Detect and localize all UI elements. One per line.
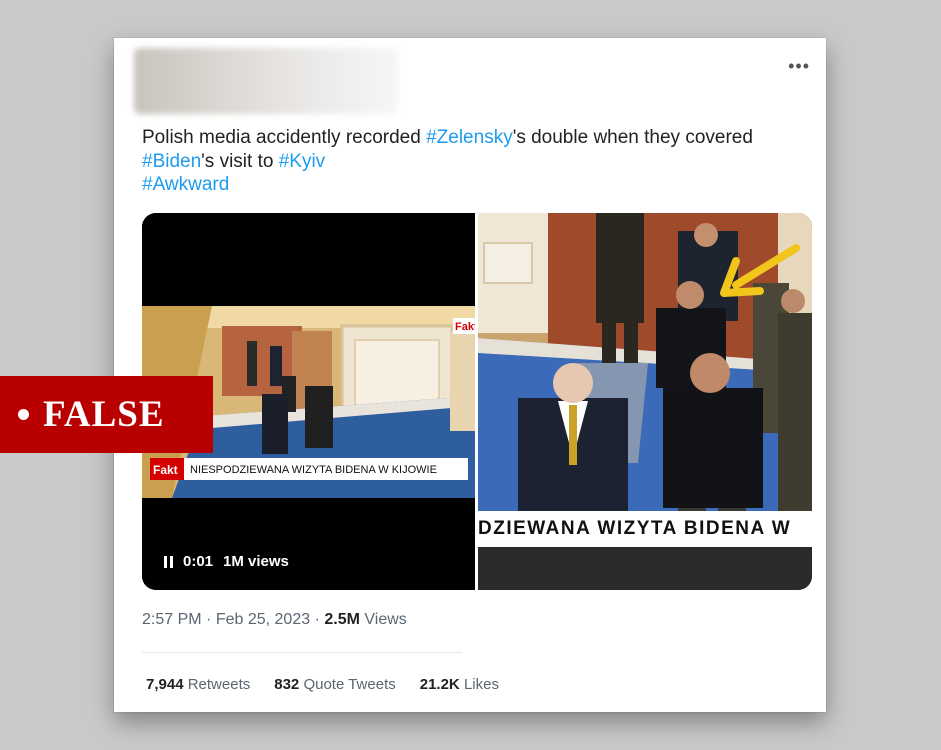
views-label: Views — [364, 611, 407, 628]
video-controls: 0:01 1M views — [164, 553, 289, 570]
likes-stat[interactable]: 21.2K Likes — [420, 676, 499, 693]
retweets-stat[interactable]: 7,944 Retweets — [146, 676, 250, 693]
tweet-date[interactable]: Feb 25, 2023 — [216, 611, 310, 628]
video-caption: NIESPODZIEWANA WIZYTA BIDENA W KIJOWIE — [190, 464, 437, 476]
stats-divider — [142, 652, 462, 653]
hashtag-awkward[interactable]: #Awkward — [142, 174, 229, 195]
retweets-label: Retweets — [187, 676, 251, 693]
views-count: 2.5M — [324, 611, 360, 628]
news-ticker-text: DZIEWANA WIZYTA BIDENA W — [478, 511, 812, 547]
likes-label: Likes — [463, 676, 499, 693]
meta-separator: · — [314, 611, 320, 628]
hashtag-zelensky[interactable]: #Zelensky — [426, 127, 513, 148]
zoomed-still-image[interactable]: DZIEWANA WIZYTA BIDENA W — [478, 213, 812, 590]
video-time: 0:01 — [183, 553, 214, 570]
false-verdict-badge: FALSE — [0, 376, 213, 453]
tweet-text-part: 's double when they covered — [512, 127, 753, 148]
tweet-time[interactable]: 2:57 PM — [142, 611, 202, 628]
retweets-count: 7,944 — [146, 676, 184, 693]
video-views: 1M views — [223, 553, 289, 570]
likes-count: 21.2K — [419, 676, 460, 693]
quotes-label: Quote Tweets — [303, 676, 396, 693]
tweet-text-part: 's visit to — [201, 150, 279, 172]
tweet-card: ••• Polish media accidently recorded #Ze… — [114, 38, 826, 712]
more-horizontal-icon[interactable]: ••• — [788, 56, 810, 77]
quote-tweets-stat[interactable]: 832 Quote Tweets — [274, 676, 395, 693]
tweet-text-part: Polish media accidently recorded — [142, 127, 427, 148]
blurred-user-header — [134, 48, 398, 114]
hashtag-biden[interactable]: #Biden — [142, 151, 201, 172]
tweet-text: Polish media accidently recorded #Zelens… — [142, 126, 822, 197]
bullet-icon — [18, 409, 29, 420]
tweet-meta: 2:57 PM · Feb 25, 2023 · 2.5M Views — [142, 611, 407, 629]
tweet-media: Fakt Fakt NIESPODZIEWANA WIZYTA BIDENA W… — [142, 213, 812, 590]
meta-separator: · — [206, 611, 212, 628]
hashtag-kyiv[interactable]: #Kyiv — [279, 151, 325, 172]
false-badge-label: FALSE — [43, 394, 165, 435]
pause-icon[interactable] — [164, 555, 173, 568]
fakt-corner-logo: Fakt — [455, 321, 475, 333]
tweet-stats: 7,944 Retweets 832 Quote Tweets 21.2K Li… — [146, 676, 499, 693]
fakt-logo: Fakt — [153, 463, 178, 477]
quotes-count: 832 — [274, 676, 300, 693]
